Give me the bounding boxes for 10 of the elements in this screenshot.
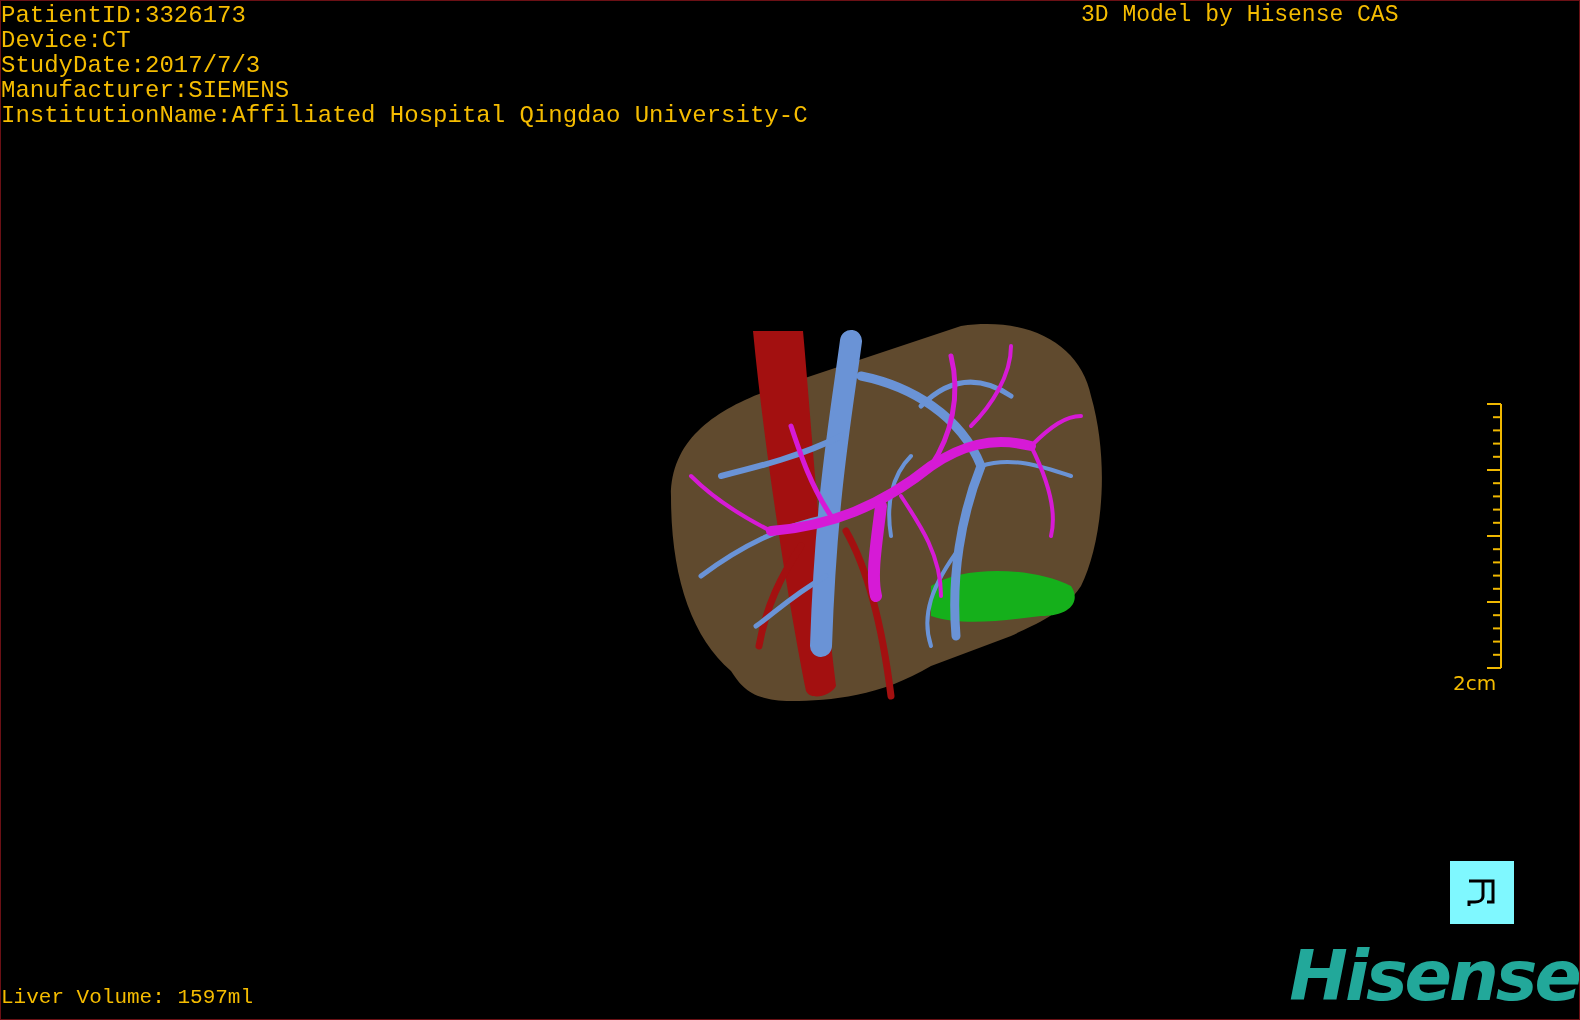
viewer-title: 3D Model by Hisense CAS [1081,3,1399,28]
study-info-line: Manufacturer:SIEMENS [1,78,291,103]
study-info-line: Device:CT [1,28,132,53]
liver-volume-label: Liver Volume: 1597ml [1,985,254,1011]
brand-logo: Hisense [1289,936,1579,1016]
study-info-line: InstitutionName:Affiliated Hospital Qingdao University-C [1,103,808,128]
study-info-line: PatientID:3326173 [1,3,247,28]
study-info-line: StudyDate:2017/7/3 [1,53,262,78]
scale-label: 2cm [1453,671,1497,695]
view-toggle-button[interactable] [1450,861,1514,924]
